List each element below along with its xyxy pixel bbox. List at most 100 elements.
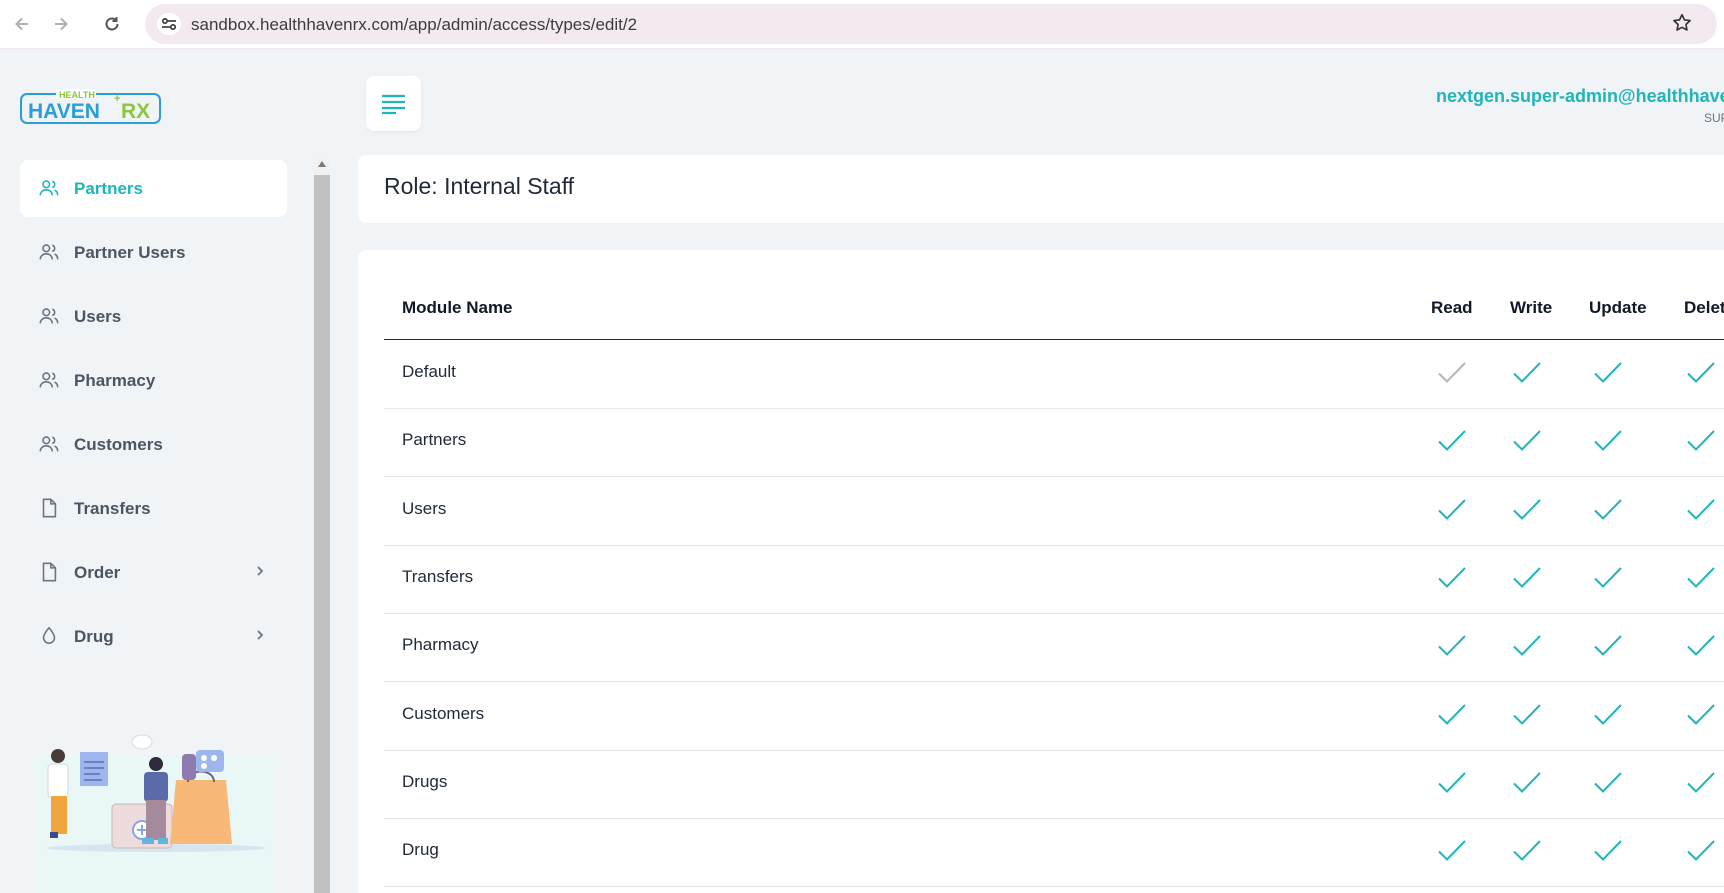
forward-button[interactable] xyxy=(49,12,73,36)
users-icon xyxy=(39,180,59,196)
star-icon xyxy=(1673,13,1691,31)
checkmark-icon xyxy=(1687,567,1715,588)
sidebar-item-users[interactable]: Users xyxy=(20,288,287,345)
scroll-up-arrow-icon[interactable] xyxy=(318,161,326,167)
checkmark-icon xyxy=(1438,498,1466,520)
bookmark-button[interactable] xyxy=(1671,12,1695,36)
checkmark-icon xyxy=(1513,430,1541,452)
column-header-module-name: Module Name xyxy=(402,298,513,317)
browser-toolbar: sandbox.healthhavenrx.com/app/admin/acce… xyxy=(0,0,1724,49)
user-email[interactable]: nextgen.super-admin@healthhavenrx.com xyxy=(1436,86,1724,107)
write-permission-toggle[interactable] xyxy=(1512,633,1542,659)
write-permission-toggle[interactable] xyxy=(1512,428,1542,454)
chevron-right-icon[interactable] xyxy=(253,628,267,642)
delete-permission-toggle[interactable] xyxy=(1686,565,1716,591)
delete-permission-toggle[interactable] xyxy=(1686,360,1716,386)
checkmark-icon xyxy=(1438,840,1466,862)
update-permission-toggle[interactable] xyxy=(1593,565,1623,591)
write-permission-toggle[interactable] xyxy=(1512,770,1542,796)
align-left-icon xyxy=(381,94,405,114)
sidebar-item-customers[interactable]: Customers xyxy=(20,416,287,473)
sidebar-item-drug[interactable]: Drug xyxy=(20,608,287,665)
reload-button[interactable] xyxy=(100,12,124,36)
sidebar-item-order[interactable]: Order xyxy=(20,544,287,601)
delete-permission-toggle[interactable] xyxy=(1686,702,1716,728)
url-text[interactable]: sandbox.healthhavenrx.com/app/admin/acce… xyxy=(191,15,637,35)
update-permission-toggle[interactable] xyxy=(1593,838,1623,864)
update-permission-toggle[interactable] xyxy=(1593,633,1623,659)
column-header-write: Write xyxy=(1510,298,1553,317)
delete-permission-toggle[interactable] xyxy=(1686,497,1716,523)
read-permission-toggle[interactable] xyxy=(1437,565,1467,591)
sidebar-item-transfers[interactable]: Transfers xyxy=(20,480,287,537)
module-name-cell: Customers xyxy=(402,703,485,723)
module-name-cell: Transfers xyxy=(402,566,474,586)
update-permission-toggle[interactable] xyxy=(1593,497,1623,523)
update-permission-toggle[interactable] xyxy=(1593,702,1623,728)
delete-permission-toggle[interactable] xyxy=(1686,633,1716,659)
svg-text:+: + xyxy=(114,93,120,105)
delete-permission-toggle[interactable] xyxy=(1686,838,1716,864)
checkmark-icon xyxy=(1594,430,1622,452)
checkmark-icon xyxy=(1438,567,1466,588)
read-permission-toggle[interactable] xyxy=(1437,428,1467,454)
checkmark-icon xyxy=(1594,362,1622,383)
write-permission-toggle[interactable] xyxy=(1512,702,1542,728)
checkmark-icon xyxy=(1438,635,1466,657)
sidebar-item-partners[interactable]: Partners xyxy=(20,160,287,217)
checkmark-icon xyxy=(1687,772,1715,793)
delete-permission-toggle[interactable] xyxy=(1686,428,1716,454)
sidebar-item-label: Drug xyxy=(74,626,114,646)
checkmark-icon xyxy=(1513,772,1541,793)
read-permission-toggle[interactable] xyxy=(1437,497,1467,523)
sidebar-item-label: Transfers xyxy=(74,498,151,518)
checkmark-icon xyxy=(1687,362,1715,383)
module-name-cell: Default xyxy=(402,362,456,381)
svg-text:RX: RX xyxy=(121,100,150,123)
write-permission-toggle[interactable] xyxy=(1512,360,1542,386)
back-button[interactable] xyxy=(10,12,34,36)
module-name-cell: Pharmacy xyxy=(402,635,479,655)
write-permission-toggle[interactable] xyxy=(1512,838,1542,864)
chevron-right-icon[interactable] xyxy=(253,564,267,578)
sidebar-item-partner-users[interactable]: Partner Users xyxy=(20,224,287,281)
users-icon xyxy=(39,372,59,388)
write-permission-toggle[interactable] xyxy=(1512,497,1542,523)
brand-logo[interactable]: HEALTH HAVEN + RX xyxy=(20,89,162,130)
column-header-read: Read xyxy=(1431,298,1473,317)
site-info-button[interactable] xyxy=(157,13,181,35)
delete-permission-toggle[interactable] xyxy=(1686,770,1716,796)
checkmark-icon xyxy=(1438,703,1466,725)
checkmark-icon xyxy=(1594,703,1622,725)
checkmark-icon xyxy=(1594,772,1622,793)
checkmark-icon xyxy=(1594,840,1622,862)
checkmark-icon xyxy=(1594,567,1622,588)
page-title: Role: Internal Staff xyxy=(384,173,575,199)
read-permission-toggle[interactable] xyxy=(1437,702,1467,728)
checkmark-icon xyxy=(1513,362,1541,383)
module-name-cell: Partners xyxy=(402,430,467,450)
checkmark-icon xyxy=(1438,430,1466,452)
update-permission-toggle[interactable] xyxy=(1593,360,1623,386)
sidebar-item-pharmacy[interactable]: Pharmacy xyxy=(20,352,287,409)
checkmark-icon xyxy=(1513,498,1541,520)
menu-toggle-button[interactable] xyxy=(366,76,421,131)
update-permission-toggle[interactable] xyxy=(1593,428,1623,454)
sidebar-item-label: Users xyxy=(74,306,122,326)
svg-text:HEALTH: HEALTH xyxy=(59,90,95,100)
write-permission-toggle[interactable] xyxy=(1512,565,1542,591)
table-row: Default xyxy=(384,340,1724,409)
table-row: Drugs xyxy=(384,750,1724,819)
read-permission-toggle[interactable] xyxy=(1437,770,1467,796)
column-header-update: Update xyxy=(1589,298,1647,317)
address-bar[interactable]: sandbox.healthhavenrx.com/app/admin/acce… xyxy=(145,4,1717,44)
read-permission-toggle[interactable] xyxy=(1437,633,1467,659)
module-name-cell: Drug xyxy=(402,840,439,860)
checkmark-icon xyxy=(1438,362,1466,383)
sidebar-scrollbar-thumb[interactable] xyxy=(314,175,330,893)
update-permission-toggle[interactable] xyxy=(1593,770,1623,796)
pharmacy-illustration xyxy=(36,734,276,893)
column-header-delete: Delete xyxy=(1684,298,1724,317)
read-permission-toggle[interactable] xyxy=(1437,838,1467,864)
read-permission-toggle[interactable] xyxy=(1437,360,1467,386)
